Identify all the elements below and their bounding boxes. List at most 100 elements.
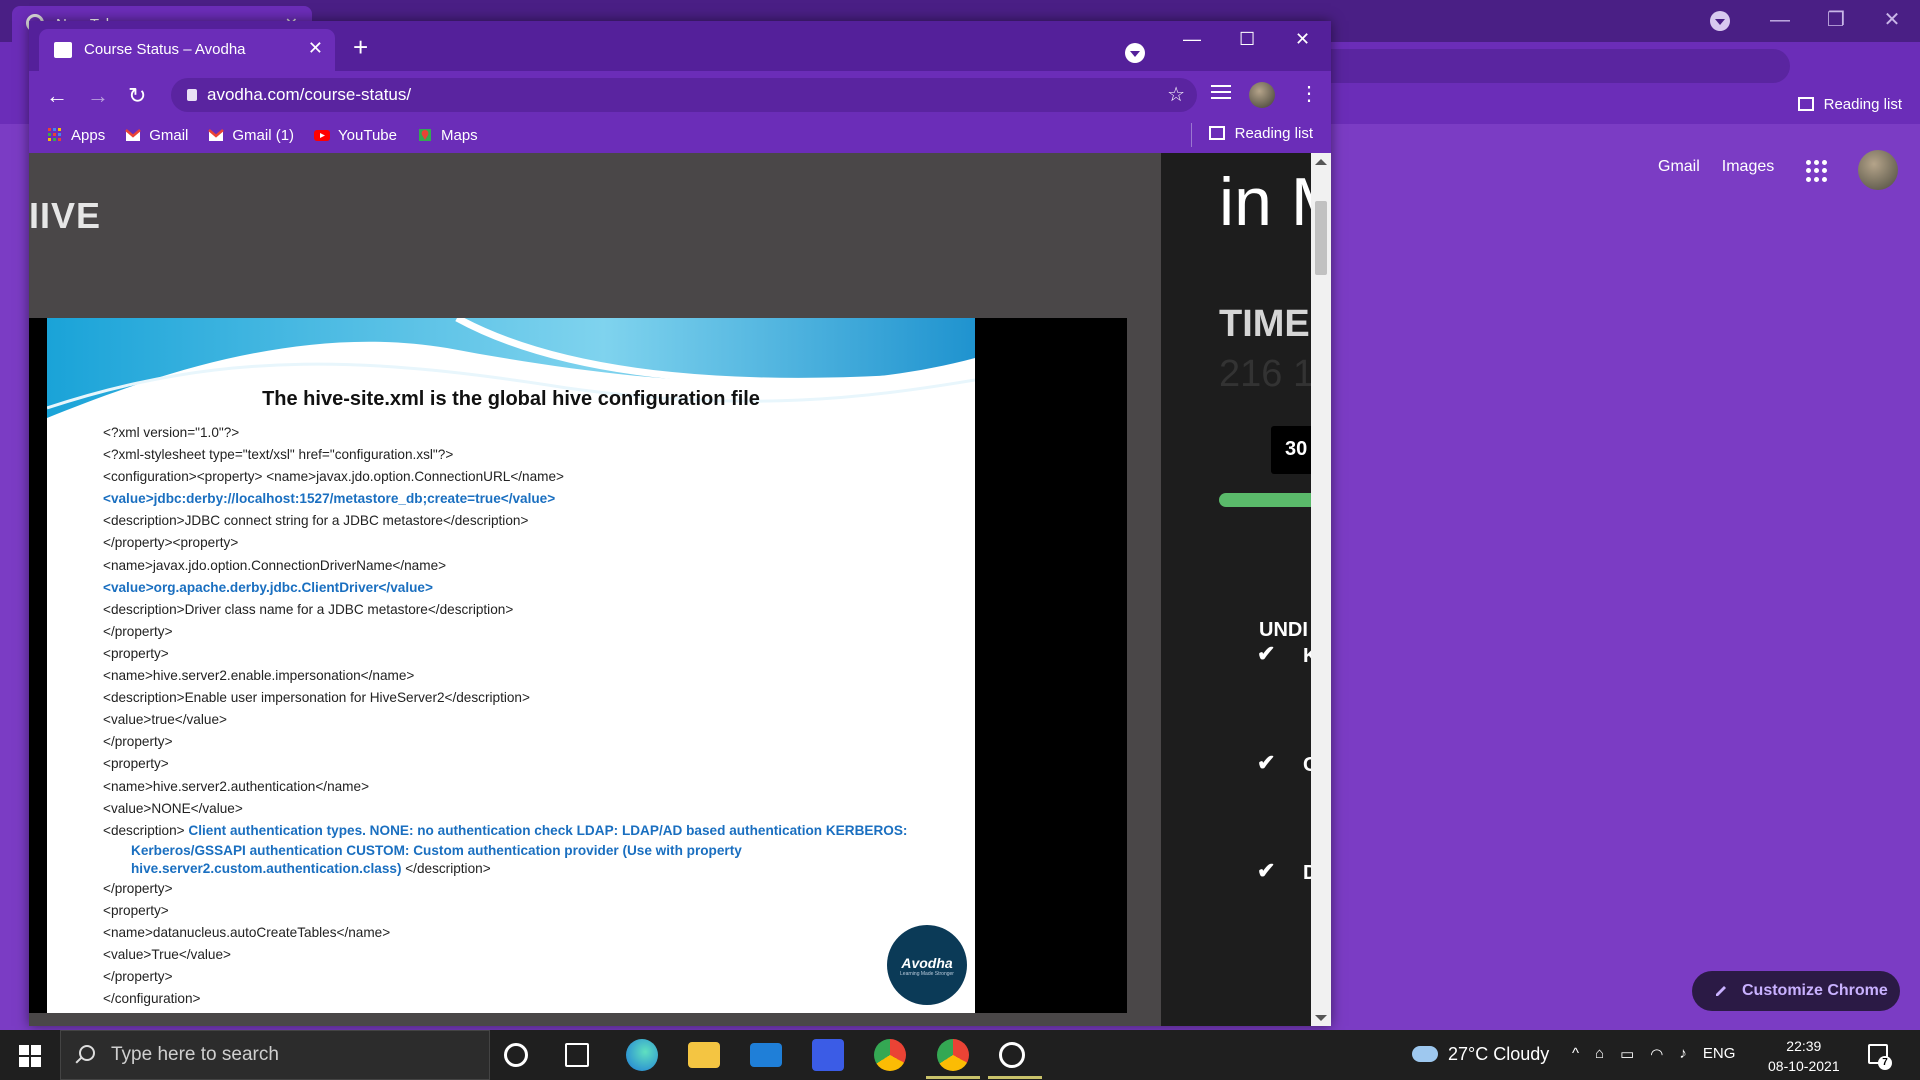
lesson-pane: IIVE The hive-site.xml is the global hiv bbox=[29, 153, 1161, 1026]
close-window-button[interactable]: ✕ bbox=[1295, 29, 1310, 50]
images-link[interactable]: Images bbox=[1722, 158, 1774, 176]
background-reading-list[interactable]: Reading list bbox=[1797, 96, 1902, 113]
tab-search-icon[interactable] bbox=[1125, 43, 1145, 63]
progress-badge: 30 bbox=[1271, 426, 1311, 474]
chevron-up-icon[interactable]: ^ bbox=[1572, 1045, 1579, 1063]
bookmark-star-icon[interactable]: ☆ bbox=[1167, 82, 1185, 107]
lesson-heading: IIVE bbox=[29, 195, 102, 236]
reading-list-button[interactable]: Reading list bbox=[1208, 125, 1313, 142]
timer-app-icon[interactable] bbox=[999, 1042, 1025, 1068]
windows-taskbar: Type here to search 27°C Cloudy ^ ⌂ ▭ ◠ … bbox=[0, 1030, 1920, 1080]
scroll-up-arrow-icon[interactable] bbox=[1315, 159, 1327, 165]
minimize-button[interactable]: — bbox=[1752, 0, 1808, 42]
page-scrollbar[interactable] bbox=[1311, 153, 1331, 1026]
address-bar[interactable]: avodha.com/course-status/ ☆ bbox=[171, 78, 1197, 112]
taskbar-search-input[interactable]: Type here to search bbox=[60, 1030, 490, 1080]
checklist-item-label: K bbox=[1303, 645, 1311, 667]
gmail-icon bbox=[125, 129, 142, 141]
file-explorer-icon[interactable] bbox=[688, 1042, 720, 1068]
bookmark-maps[interactable]: Maps bbox=[417, 127, 478, 144]
code-line-highlight: <value>org.apache.derby.jdbc.ClientDrive… bbox=[103, 579, 433, 595]
bookmark-youtube[interactable]: YouTube bbox=[314, 127, 397, 144]
checkmark-icon: ✔ bbox=[1257, 641, 1276, 666]
code-line: <description>Driver class name for a JDB… bbox=[103, 601, 514, 617]
checklist-item-label: C bbox=[1303, 754, 1311, 776]
reload-icon[interactable]: ↻ bbox=[128, 83, 146, 109]
reading-list-icon bbox=[1797, 97, 1814, 111]
tab-course-status[interactable]: Course Status – Avodha ✕ bbox=[39, 29, 335, 71]
wifi-icon[interactable]: ◠ bbox=[1650, 1045, 1663, 1063]
restore-button[interactable]: ❐ bbox=[1808, 0, 1864, 42]
clock-time: 22:39 bbox=[1786, 1038, 1822, 1054]
weather-widget[interactable]: 27°C Cloudy bbox=[1412, 1044, 1549, 1065]
edge-icon[interactable] bbox=[626, 1039, 658, 1071]
language-indicator[interactable]: ENG bbox=[1703, 1045, 1736, 1063]
notification-count-badge: 7 bbox=[1878, 1056, 1892, 1070]
code-line-description-end: hive.server2.custom.authentication.class… bbox=[103, 860, 907, 878]
checkmark-icon: ✔ bbox=[1257, 750, 1276, 775]
time-value: 216 1 bbox=[1219, 353, 1311, 395]
code-line: <name>datanucleus.autoCreateTables</name… bbox=[103, 924, 391, 940]
code-line: </property> bbox=[103, 880, 173, 896]
apps-grid-icon bbox=[48, 128, 61, 141]
scroll-thumb[interactable] bbox=[1315, 201, 1327, 275]
code-text: <description> bbox=[103, 822, 185, 838]
code-line: <value>NONE</value> bbox=[103, 800, 243, 816]
close-window-button[interactable]: ✕ bbox=[1864, 0, 1920, 42]
code-line: <?xml-stylesheet type="text/xsl" href="c… bbox=[103, 447, 454, 463]
avatar[interactable] bbox=[1858, 150, 1898, 190]
menu-icon[interactable]: ⋮ bbox=[1299, 81, 1319, 106]
code-line: </configuration> bbox=[103, 991, 201, 1007]
gmail-link[interactable]: Gmail bbox=[1658, 158, 1700, 176]
bookmark-gmail-1[interactable]: Gmail (1) bbox=[208, 127, 294, 144]
app-icon[interactable] bbox=[812, 1039, 844, 1071]
bookmarks-bar: Apps Gmail Gmail (1) YouTube Maps bbox=[29, 117, 1331, 153]
cortana-icon[interactable] bbox=[504, 1043, 528, 1067]
chrome-icon[interactable] bbox=[874, 1039, 906, 1071]
taskbar-clock[interactable]: 22:39 08-10-2021 bbox=[1768, 1036, 1840, 1076]
browser-window: Course Status – Avodha ✕ + — ☐ ✕ ← → ↻ a… bbox=[29, 21, 1331, 1026]
maps-icon bbox=[419, 129, 431, 141]
avodha-logo: Avodha Learning Made Stronger bbox=[887, 925, 967, 1005]
bookmark-apps[interactable]: Apps bbox=[47, 127, 105, 144]
close-tab-icon[interactable]: ✕ bbox=[308, 38, 323, 59]
battery-icon[interactable]: ▭ bbox=[1620, 1045, 1634, 1063]
chrome-icon[interactable] bbox=[937, 1039, 969, 1071]
google-apps-icon[interactable] bbox=[1806, 160, 1828, 182]
forward-arrow-icon[interactable]: → bbox=[87, 83, 109, 109]
course-title: in M bbox=[1219, 164, 1311, 240]
windows-start-icon[interactable] bbox=[19, 1045, 41, 1067]
presentation-slide: The hive-site.xml is the global hive con… bbox=[47, 318, 975, 1013]
new-tab-button[interactable]: + bbox=[353, 32, 368, 63]
code-line: <description>Enable user impersonation f… bbox=[103, 690, 530, 706]
task-view-icon[interactable] bbox=[565, 1043, 589, 1067]
bookmark-label: Apps bbox=[71, 126, 106, 144]
code-line-highlight: Kerberos/GSSAPI authentication CUSTOM: C… bbox=[131, 842, 742, 858]
scroll-down-arrow-icon[interactable] bbox=[1315, 1015, 1327, 1021]
mail-icon[interactable] bbox=[750, 1043, 782, 1067]
slide-code-block: <?xml version="1.0"?> <?xml-stylesheet t… bbox=[103, 422, 907, 1010]
customize-chrome-button[interactable]: Customize Chrome bbox=[1692, 971, 1900, 1011]
tab-search-icon[interactable] bbox=[1710, 11, 1730, 31]
media-control-icon[interactable] bbox=[1211, 85, 1231, 103]
back-arrow-icon[interactable]: ← bbox=[46, 83, 68, 109]
background-omnibox[interactable] bbox=[1300, 49, 1790, 83]
video-player[interactable]: The hive-site.xml is the global hive con… bbox=[29, 318, 1127, 1013]
minimize-button[interactable]: — bbox=[1183, 29, 1201, 50]
bookmark-gmail[interactable]: Gmail bbox=[125, 127, 188, 144]
maximize-button[interactable]: ☐ bbox=[1239, 29, 1255, 50]
lock-icon[interactable] bbox=[187, 89, 197, 101]
time-label: TIME bbox=[1219, 303, 1310, 345]
code-line: <configuration><property> <name>javax.jd… bbox=[103, 469, 564, 485]
avatar[interactable] bbox=[1249, 82, 1275, 108]
code-highlight-text: Client authentication types. NONE: no au… bbox=[188, 822, 908, 838]
code-text: </description> bbox=[401, 860, 491, 876]
search-placeholder: Type here to search bbox=[111, 1044, 279, 1065]
cloud-icon bbox=[1412, 1046, 1438, 1062]
network-icon[interactable]: ⌂ bbox=[1595, 1045, 1604, 1063]
volume-icon[interactable]: ♪ bbox=[1679, 1045, 1687, 1063]
background-window-controls: — ❐ ✕ bbox=[1752, 0, 1920, 42]
logo-text: Avodha bbox=[901, 955, 953, 971]
page-favicon-icon bbox=[54, 42, 72, 58]
code-line-description: <description> Client authentication type… bbox=[103, 820, 907, 842]
